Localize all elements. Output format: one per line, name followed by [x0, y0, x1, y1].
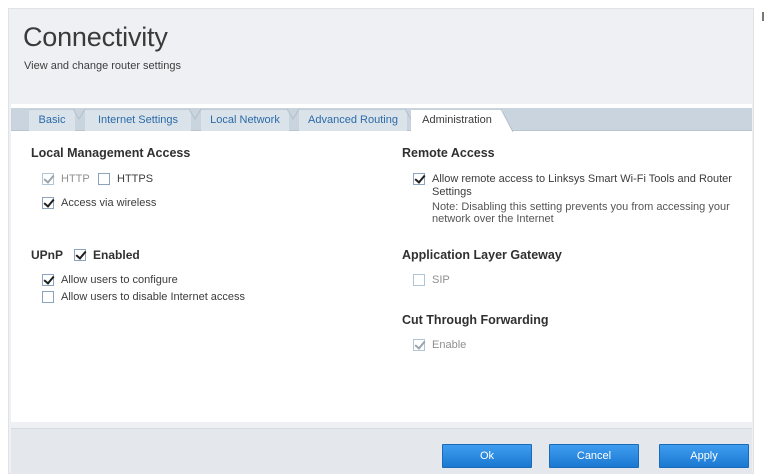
https-label: HTTPS	[117, 173, 154, 185]
tab-advanced-routing[interactable]: Advanced Routing	[299, 109, 407, 131]
remote-access-checkbox[interactable]	[413, 173, 425, 185]
remote-access-note-line1: Note: Disabling this setting prevents yo…	[432, 201, 730, 213]
tab-basic[interactable]: Basic	[29, 109, 75, 131]
remote-access-option[interactable]: Allow remote access to Linksys Smart Wi-…	[413, 173, 732, 199]
tab-administration[interactable]: Administration	[411, 109, 503, 132]
sip-label: SIP	[432, 274, 450, 286]
upnp-title: UPnP	[31, 248, 64, 262]
upnp-row: UPnP Enabled	[31, 248, 140, 262]
upnp-enabled-label: Enabled	[93, 248, 140, 262]
tab-local-network[interactable]: Local Network	[201, 109, 289, 131]
cut-through-enable-checkbox[interactable]	[413, 339, 425, 351]
upnp-disable-internet-option[interactable]: Allow users to disable Internet access	[42, 291, 245, 304]
cut-through-enable-label: Enable	[432, 339, 467, 351]
upnp-disable-internet-checkbox[interactable]	[42, 291, 54, 303]
https-option[interactable]: HTTPS	[98, 173, 153, 186]
https-checkbox[interactable]	[98, 173, 110, 185]
upnp-configure-label: Allow users to configure	[61, 274, 178, 286]
remote-access-label: Allow remote access to Linksys Smart Wi-…	[432, 173, 732, 199]
page-subtitle: View and change router settings	[24, 60, 181, 72]
apply-button[interactable]: Apply	[659, 444, 749, 468]
sip-option[interactable]: SIP	[413, 274, 450, 287]
tab-internet-settings[interactable]: Internet Settings	[85, 109, 191, 131]
remote-access-note-line2: network over the Internet	[432, 213, 554, 225]
remote-access-title: Remote Access	[402, 146, 495, 160]
tab-separator	[501, 109, 513, 132]
cancel-button[interactable]: Cancel	[549, 444, 639, 468]
tab-separator	[189, 109, 201, 131]
http-checkbox[interactable]	[42, 173, 54, 185]
upnp-disable-internet-label: Allow users to disable Internet access	[61, 291, 246, 303]
remote-access-note: Note: Disabling this setting prevents yo…	[432, 201, 730, 225]
tab-separator	[287, 109, 299, 131]
tab-separator	[73, 109, 85, 131]
cut-through-title: Cut Through Forwarding	[402, 313, 549, 327]
local-management-title: Local Management Access	[31, 146, 191, 160]
upnp-enabled-checkbox[interactable]	[74, 249, 87, 261]
ok-button[interactable]: Ok	[442, 444, 532, 468]
sip-checkbox[interactable]	[413, 274, 425, 286]
http-option[interactable]: HTTP	[42, 173, 90, 186]
router-admin-window: Connectivity View and change router sett…	[0, 0, 764, 474]
page-title: Connectivity	[23, 22, 168, 52]
remote-access-label-line1: Allow remote access to Linksys Smart Wi-…	[432, 173, 732, 185]
remote-access-label-line2: Settings	[432, 186, 472, 198]
upnp-configure-option[interactable]: Allow users to configure	[42, 274, 178, 287]
tab-bar: Basic Internet Settings Local Network Ad…	[11, 108, 752, 132]
http-label: HTTP	[61, 173, 90, 185]
wireless-access-checkbox[interactable]	[42, 197, 54, 209]
upnp-configure-checkbox[interactable]	[42, 274, 54, 286]
alg-title: Application Layer Gateway	[402, 248, 562, 262]
wireless-access-label: Access via wireless	[61, 197, 157, 209]
footer-bar	[11, 428, 752, 474]
cut-through-enable-option[interactable]: Enable	[413, 339, 466, 352]
wireless-access-option[interactable]: Access via wireless	[42, 197, 156, 210]
